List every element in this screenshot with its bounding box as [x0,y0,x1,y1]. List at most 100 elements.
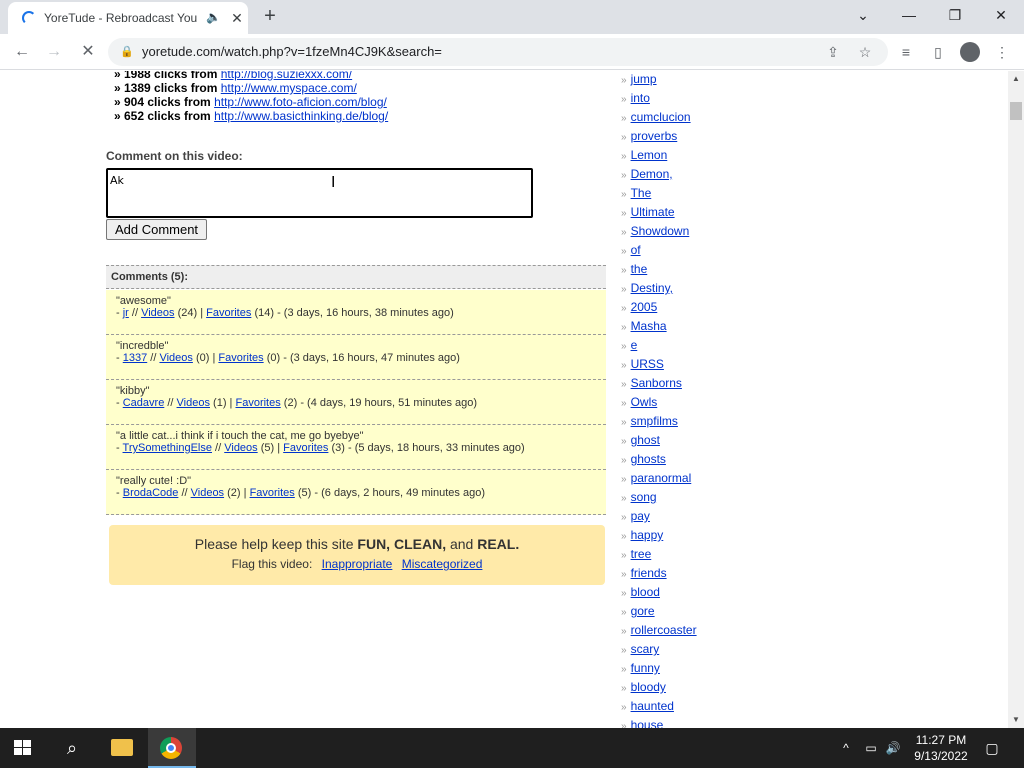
new-tab-button[interactable]: + [258,4,282,28]
stop-loading-icon[interactable]: ✕ [76,40,100,64]
favorites-link[interactable]: Favorites [250,487,295,499]
videos-link[interactable]: Videos [177,397,210,409]
tag-link[interactable]: jump [631,72,657,86]
tag-link[interactable]: funny [631,661,660,675]
browser-tab[interactable]: YoreTude - Rebroadcast You 🔈 ✕ [8,2,248,34]
tag-link[interactable]: The [631,186,652,200]
referrer-link[interactable]: http://www.basicthinking.de/blog/ [214,109,388,123]
taskbar-clock[interactable]: 11:27 PM 9/13/2022 [910,732,972,764]
tag-link[interactable]: Owls [631,395,658,409]
close-tab-icon[interactable]: ✕ [228,9,246,27]
scroll-thumb[interactable] [1010,102,1022,120]
tag-link[interactable]: paranormal [631,471,692,485]
side-panel-icon[interactable]: ▯ [928,42,948,62]
tag-link[interactable]: house [631,718,664,728]
tag-link[interactable]: rollercoaster [631,623,697,637]
favorites-link[interactable]: Favorites [235,397,280,409]
tag-link[interactable]: URSS [631,357,664,371]
tag-item: » haunted [621,697,741,716]
tag-link[interactable]: ghosts [631,452,666,466]
tag-link[interactable]: gore [631,604,655,618]
tag-link[interactable]: Ultimate [631,205,675,219]
tag-link[interactable]: 2005 [631,300,658,314]
favorites-link[interactable]: Favorites [218,352,263,364]
back-arrow-icon[interactable]: ← [10,40,34,64]
tag-link[interactable]: into [631,91,650,105]
tag-link[interactable]: smpfilms [631,414,678,428]
comment-user-link[interactable]: TrySomethingElse [123,442,212,454]
tag-link[interactable]: blood [631,585,660,599]
comment-text: "a little cat...i think if i touch the c… [116,430,364,442]
bullet-icon: » [621,322,627,333]
referrer-link[interactable]: http://blog.suziexxx.com/ [221,71,352,81]
address-bar[interactable]: 🔒 yoretude.com/watch.php?v=1fzeMn4CJ9K&s… [108,38,888,66]
videos-count: (5) [260,442,275,454]
tag-link[interactable]: e [631,338,638,352]
volume-icon[interactable]: 🔊 [884,728,902,768]
comment-meta: - TrySomethingElse // Videos (5) | Favor… [116,442,525,454]
referrer-link[interactable]: http://www.foto-aficion.com/blog/ [214,95,387,109]
tag-link[interactable]: cumclucion [631,110,691,124]
url-text[interactable]: yoretude.com/watch.php?v=1fzeMn4CJ9K&sea… [142,44,742,60]
tag-item: » song [621,488,741,507]
tag-item: » Demon, [621,165,741,184]
comment-textarea[interactable]: Ak [106,168,533,218]
tag-link[interactable]: Demon, [631,167,673,181]
videos-link[interactable]: Videos [159,352,192,364]
flag-miscategorized-link[interactable]: Miscategorized [402,557,483,571]
favorites-link[interactable]: Favorites [283,442,328,454]
tag-link[interactable]: song [631,490,657,504]
tag-link[interactable]: tree [631,547,652,561]
star-icon[interactable]: ☆ [856,43,874,61]
tag-link[interactable]: Showdown [631,224,690,238]
tag-link[interactable]: Masha [631,319,667,333]
chevron-up-icon[interactable]: ^ [838,728,854,768]
scroll-down-icon[interactable]: ▼ [1008,712,1024,728]
videos-link[interactable]: Videos [224,442,257,454]
videos-link[interactable]: Videos [191,487,224,499]
more-menu-icon[interactable]: ⋮ [992,42,1012,62]
comment-text: "kibby" [116,385,150,397]
tag-link[interactable]: the [631,262,648,276]
notification-icon[interactable]: ▢ [982,728,1002,768]
tag-link[interactable]: scary [631,642,660,656]
referrer-link[interactable]: http://www.myspace.com/ [221,81,357,95]
comment-user-link[interactable]: BrodaCode [123,487,179,499]
flag-inappropriate-link[interactable]: Inappropriate [322,557,393,571]
file-explorer-button[interactable] [98,728,146,768]
comment-user-link[interactable]: 1337 [123,352,147,364]
tag-item: » smpfilms [621,412,741,431]
scroll-up-icon[interactable]: ▲ [1008,71,1024,87]
forward-arrow-icon[interactable]: → [42,40,66,64]
comment-user-link[interactable]: Cadavre [123,397,165,409]
chrome-taskbar-button[interactable] [148,728,196,768]
referrer-row: » 904 clicks from http://www.foto-aficio… [114,95,594,109]
tag-link[interactable]: happy [631,528,664,542]
tag-link[interactable]: proverbs [631,129,678,143]
tag-link[interactable]: of [631,243,641,257]
tag-link[interactable]: bloody [631,680,666,694]
tag-link[interactable]: ghost [631,433,660,447]
tag-link[interactable]: pay [631,509,650,523]
videos-link[interactable]: Videos [141,307,174,319]
start-button[interactable] [0,728,48,768]
tag-link[interactable]: Sanborns [631,376,682,390]
media-control-icon[interactable]: ≡ [896,42,916,62]
tag-link[interactable]: haunted [631,699,674,713]
tag-link[interactable]: Destiny, [631,281,673,295]
speaker-icon[interactable]: 🔈 [206,10,221,26]
close-window-button[interactable]: ✕ [978,0,1024,30]
search-icon[interactable]: ⌕ [48,728,96,768]
tab-search-icon[interactable]: ⌄ [840,0,886,30]
restore-button[interactable]: ❐ [932,0,978,30]
page-scrollbar[interactable]: ▲ ▼ [1008,71,1024,728]
add-comment-button[interactable]: Add Comment [106,219,207,240]
favorites-link[interactable]: Favorites [206,307,251,319]
comment-user-link[interactable]: jr [123,307,129,319]
profile-avatar[interactable] [960,42,980,62]
network-icon[interactable]: ▭ [862,728,880,768]
tag-link[interactable]: friends [631,566,667,580]
minimize-button[interactable]: — [886,0,932,30]
tag-link[interactable]: Lemon [631,148,668,162]
share-icon[interactable]: ⇪ [824,43,842,61]
